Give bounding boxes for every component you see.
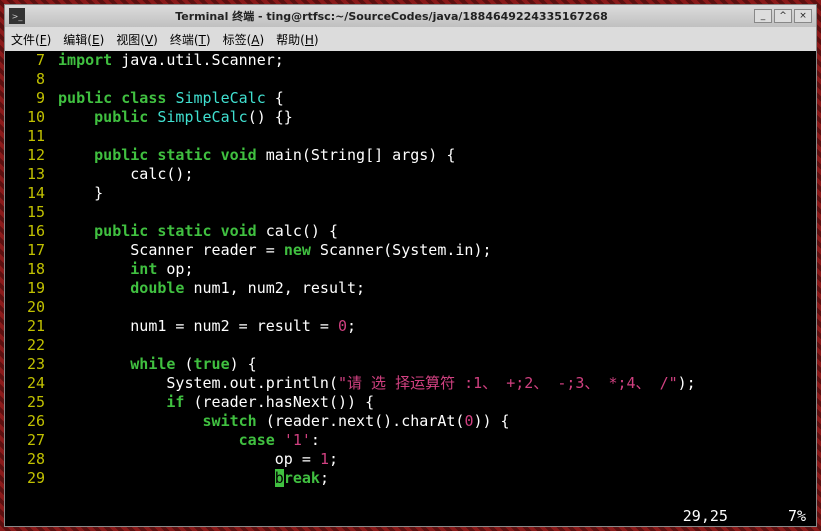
menubar: 文件(F) 编辑(E) 视图(V) 终端(T) 标签(A) 帮助(H) <box>5 27 816 51</box>
line-number: 23 <box>5 355 49 374</box>
line-number: 25 <box>5 393 49 412</box>
line-number: 16 <box>5 222 49 241</box>
line-number: 24 <box>5 374 49 393</box>
code-line: 11 <box>5 127 816 146</box>
line-number: 28 <box>5 450 49 469</box>
line-number: 7 <box>5 51 49 70</box>
close-button[interactable]: × <box>794 9 812 23</box>
code-line: 9 public class SimpleCalc { <box>5 89 816 108</box>
line-number: 20 <box>5 298 49 317</box>
line-number: 15 <box>5 203 49 222</box>
code-line: 17 Scanner reader = new Scanner(System.i… <box>5 241 816 260</box>
statusbar: 29,25 7% <box>5 507 816 526</box>
line-number: 26 <box>5 412 49 431</box>
line-number: 13 <box>5 165 49 184</box>
menu-e[interactable]: 编辑(E) <box>63 31 104 48</box>
line-number: 8 <box>5 70 49 89</box>
line-number: 9 <box>5 89 49 108</box>
code-line: 8 <box>5 70 816 89</box>
line-number: 10 <box>5 108 49 127</box>
code-line: 24 System.out.println("请 选 择运算符 :1、 +;2、… <box>5 374 816 393</box>
code-line: 29 break; <box>5 469 816 488</box>
code-line: 10 public SimpleCalc() {} <box>5 108 816 127</box>
code-content <box>49 203 816 222</box>
code-content: public static void calc() { <box>49 222 816 241</box>
code-content: num1 = num2 = result = 0; <box>49 317 816 336</box>
line-number: 17 <box>5 241 49 260</box>
line-number: 14 <box>5 184 49 203</box>
code-line: 26 switch (reader.next().charAt(0)) { <box>5 412 816 431</box>
code-content: op = 1; <box>49 450 816 469</box>
titlebar[interactable]: >_ Terminal 终端 - ting@rtfsc:~/SourceCode… <box>5 5 816 27</box>
line-number: 22 <box>5 336 49 355</box>
code-content: while (true) { <box>49 355 816 374</box>
menu-t[interactable]: 终端(T) <box>170 31 211 48</box>
code-line: 14 } <box>5 184 816 203</box>
code-line: 28 op = 1; <box>5 450 816 469</box>
code-content: if (reader.hasNext()) { <box>49 393 816 412</box>
line-number: 18 <box>5 260 49 279</box>
code-content <box>49 336 816 355</box>
code-content: break; <box>49 469 816 488</box>
code-content: public static void main(String[] args) { <box>49 146 816 165</box>
code-line: 27 case '1': <box>5 431 816 450</box>
code-content: switch (reader.next().charAt(0)) { <box>49 412 816 431</box>
code-content: public SimpleCalc() {} <box>49 108 816 127</box>
line-number: 12 <box>5 146 49 165</box>
terminal-icon: >_ <box>9 8 25 24</box>
code-content: double num1, num2, result; <box>49 279 816 298</box>
code-line: 7 import java.util.Scanner; <box>5 51 816 70</box>
scroll-percent: 7% <box>788 507 806 526</box>
cursor-position: 29,25 <box>683 507 728 526</box>
code-content: } <box>49 184 816 203</box>
code-line: 16 public static void calc() { <box>5 222 816 241</box>
code-content: calc(); <box>49 165 816 184</box>
code-line: 20 <box>5 298 816 317</box>
code-content: case '1': <box>49 431 816 450</box>
line-number: 21 <box>5 317 49 336</box>
code-line: 19 double num1, num2, result; <box>5 279 816 298</box>
terminal-window: >_ Terminal 终端 - ting@rtfsc:~/SourceCode… <box>4 4 817 527</box>
code-line: 23 while (true) { <box>5 355 816 374</box>
code-content: int op; <box>49 260 816 279</box>
code-line: 21 num1 = num2 = result = 0; <box>5 317 816 336</box>
window-title: Terminal 终端 - ting@rtfsc:~/SourceCodes/j… <box>31 8 752 24</box>
code-content: import java.util.Scanner; <box>49 51 816 70</box>
line-number: 27 <box>5 431 49 450</box>
minimize-button[interactable]: _ <box>754 9 772 23</box>
code-line: 18 int op; <box>5 260 816 279</box>
code-content <box>49 127 816 146</box>
code-content: Scanner reader = new Scanner(System.in); <box>49 241 816 260</box>
menu-v[interactable]: 视图(V) <box>116 31 158 48</box>
line-number: 11 <box>5 127 49 146</box>
code-content: public class SimpleCalc { <box>49 89 816 108</box>
line-number: 19 <box>5 279 49 298</box>
line-number: 29 <box>5 469 49 488</box>
code-line: 25 if (reader.hasNext()) { <box>5 393 816 412</box>
code-line: 15 <box>5 203 816 222</box>
code-content: System.out.println("请 选 择运算符 :1、 +;2、 -;… <box>49 374 816 393</box>
code-content <box>49 70 816 89</box>
code-content <box>49 298 816 317</box>
maximize-button[interactable]: ^ <box>774 9 792 23</box>
menu-f[interactable]: 文件(F) <box>11 31 51 48</box>
menu-h[interactable]: 帮助(H) <box>276 31 318 48</box>
code-line: 12 public static void main(String[] args… <box>5 146 816 165</box>
code-line: 13 calc(); <box>5 165 816 184</box>
code-line: 22 <box>5 336 816 355</box>
menu-a[interactable]: 标签(A) <box>223 31 265 48</box>
editor-area[interactable]: 7 import java.util.Scanner;89 public cla… <box>5 51 816 507</box>
